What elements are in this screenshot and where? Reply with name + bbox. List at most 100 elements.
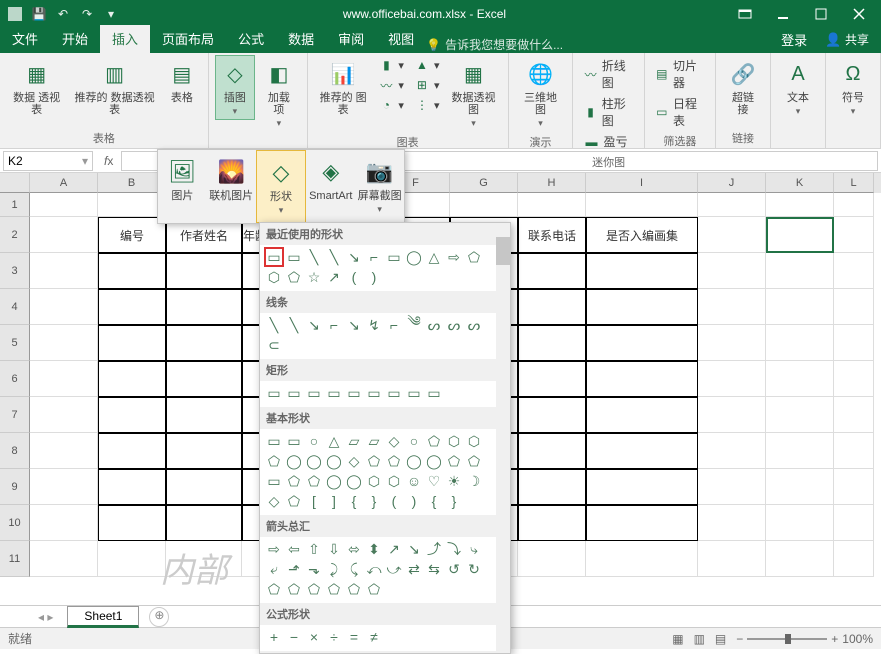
shape-item[interactable]: ◯ bbox=[324, 451, 344, 471]
cell-G1[interactable] bbox=[450, 193, 518, 217]
redo-button[interactable]: ↷ bbox=[76, 3, 98, 25]
hier-chart-button[interactable]: ▲▾ bbox=[410, 55, 444, 75]
shape-item[interactable]: ◯ bbox=[284, 451, 304, 471]
qat-more[interactable]: ▾ bbox=[100, 3, 122, 25]
cell-I6[interactable] bbox=[586, 361, 698, 397]
row-header-4[interactable]: 4 bbox=[0, 289, 30, 325]
shape-item[interactable]: ⤹ bbox=[344, 559, 364, 579]
shape-item[interactable]: ▭ bbox=[264, 431, 284, 451]
timeline-button[interactable]: ▭日程表 bbox=[651, 93, 709, 131]
cell-L4[interactable] bbox=[834, 289, 874, 325]
hyperlink-button[interactable]: 🔗超链接 bbox=[722, 55, 764, 119]
shape-item[interactable]: ⬠ bbox=[284, 491, 304, 511]
pivot-table-button[interactable]: ▦数据 透视表 bbox=[6, 55, 67, 119]
shape-item[interactable]: { bbox=[424, 491, 444, 511]
shape-item[interactable]: ▭ bbox=[384, 247, 404, 267]
cell-H8[interactable] bbox=[518, 433, 586, 469]
cell-K7[interactable] bbox=[766, 397, 834, 433]
row-header-11[interactable]: 11 bbox=[0, 541, 30, 577]
cell-K5[interactable] bbox=[766, 325, 834, 361]
col-header-b[interactable]: B bbox=[98, 173, 166, 193]
col-header-k[interactable]: K bbox=[766, 173, 834, 193]
shape-item[interactable]: } bbox=[364, 491, 384, 511]
cell-A2[interactable] bbox=[30, 217, 98, 253]
cell-K1[interactable] bbox=[766, 193, 834, 217]
shape-item[interactable]: ↯ bbox=[364, 315, 384, 335]
shape-item[interactable]: ) bbox=[404, 491, 424, 511]
shape-item[interactable]: ○ bbox=[304, 431, 324, 451]
cell-B3[interactable] bbox=[98, 253, 166, 289]
row-header-5[interactable]: 5 bbox=[0, 325, 30, 361]
col-header-h[interactable]: H bbox=[518, 173, 586, 193]
shape-item[interactable]: ◯ bbox=[404, 451, 424, 471]
zoom-slider[interactable] bbox=[747, 638, 827, 640]
shape-item[interactable]: ▭ bbox=[364, 383, 384, 403]
shape-item[interactable]: ◯ bbox=[424, 451, 444, 471]
cell-H5[interactable] bbox=[518, 325, 586, 361]
shape-item[interactable]: △ bbox=[324, 431, 344, 451]
cell-B6[interactable] bbox=[98, 361, 166, 397]
shape-item[interactable]: ↗ bbox=[384, 539, 404, 559]
shape-item[interactable]: ⤻ bbox=[384, 559, 404, 579]
shapes-scrollbar[interactable] bbox=[496, 223, 510, 653]
illustrations-button[interactable]: ◇插图▾ bbox=[215, 55, 255, 120]
shape-item[interactable]: ⬡ bbox=[364, 471, 384, 491]
sparkline-column-button[interactable]: ▮柱形图 bbox=[579, 93, 637, 131]
col-header-i[interactable]: I bbox=[586, 173, 698, 193]
shape-item[interactable]: ⬠ bbox=[464, 247, 484, 267]
col-header-l[interactable]: L bbox=[834, 173, 874, 193]
line-chart-button[interactable]: 〰▾ bbox=[374, 75, 408, 95]
cell-J7[interactable] bbox=[698, 397, 766, 433]
shape-item[interactable]: ⬠ bbox=[284, 579, 304, 599]
shape-item[interactable]: ☀ bbox=[444, 471, 464, 491]
cell-I11[interactable] bbox=[586, 541, 698, 577]
sheet-nav[interactable]: ◂ ▸ bbox=[30, 610, 61, 624]
addins-button[interactable]: ◧加载 项▾ bbox=[257, 55, 301, 132]
shape-item[interactable]: ◇ bbox=[344, 451, 364, 471]
shape-item[interactable]: ▭ bbox=[324, 383, 344, 403]
shape-item[interactable]: ⊂ bbox=[264, 335, 284, 355]
cell-I4[interactable] bbox=[586, 289, 698, 325]
add-sheet-button[interactable]: ⊕ bbox=[149, 607, 169, 627]
cell-J5[interactable] bbox=[698, 325, 766, 361]
sparkline-line-button[interactable]: 〰折线图 bbox=[579, 55, 637, 93]
cell-A1[interactable] bbox=[30, 193, 98, 217]
insert-picture-button[interactable]: 🖼图片 bbox=[158, 150, 207, 223]
shape-item[interactable]: ♡ bbox=[424, 471, 444, 491]
shape-item[interactable]: ⬠ bbox=[284, 267, 304, 287]
shape-item[interactable]: ▭ bbox=[264, 247, 284, 267]
zoom-control[interactable]: − + 100% bbox=[736, 632, 873, 646]
shape-item[interactable]: − bbox=[284, 627, 304, 647]
shape-item[interactable]: ↘ bbox=[304, 315, 324, 335]
cell-C11[interactable] bbox=[166, 541, 242, 577]
cell-B5[interactable] bbox=[98, 325, 166, 361]
cell-A4[interactable] bbox=[30, 289, 98, 325]
cell-I7[interactable] bbox=[586, 397, 698, 433]
cell-L1[interactable] bbox=[834, 193, 874, 217]
row-header-7[interactable]: 7 bbox=[0, 397, 30, 433]
shape-item[interactable]: ▭ bbox=[344, 383, 364, 403]
cell-B8[interactable] bbox=[98, 433, 166, 469]
shape-item[interactable]: ⬏ bbox=[284, 559, 304, 579]
cell-I3[interactable] bbox=[586, 253, 698, 289]
cell-C4[interactable] bbox=[166, 289, 242, 325]
tell-me[interactable]: 💡告诉我您想要做什么... bbox=[426, 36, 563, 53]
row-header-8[interactable]: 8 bbox=[0, 433, 30, 469]
cell-B4[interactable] bbox=[98, 289, 166, 325]
row-header-2[interactable]: 2 bbox=[0, 217, 30, 253]
shape-item[interactable]: ⬠ bbox=[324, 579, 344, 599]
screenshot-button[interactable]: 📷屏幕截图▾ bbox=[355, 150, 404, 223]
shape-item[interactable]: ☽ bbox=[464, 471, 484, 491]
shape-item[interactable]: ▱ bbox=[344, 431, 364, 451]
shapes-button[interactable]: ◇形状▾ bbox=[256, 150, 307, 223]
tab-insert[interactable]: 插入 bbox=[100, 25, 150, 53]
recommended-charts-button[interactable]: 📊推荐的 图表 bbox=[314, 55, 373, 119]
zoom-percent[interactable]: 100% bbox=[842, 632, 873, 646]
shape-item[interactable]: ⤷ bbox=[464, 539, 484, 559]
cell-J9[interactable] bbox=[698, 469, 766, 505]
sparkline-winloss-button[interactable]: ▬盈亏 bbox=[579, 131, 637, 152]
save-button[interactable]: 💾 bbox=[28, 3, 50, 25]
shape-item[interactable]: ⤺ bbox=[364, 559, 384, 579]
shape-item[interactable]: { bbox=[344, 491, 364, 511]
shape-item[interactable]: ⇄ bbox=[404, 559, 424, 579]
